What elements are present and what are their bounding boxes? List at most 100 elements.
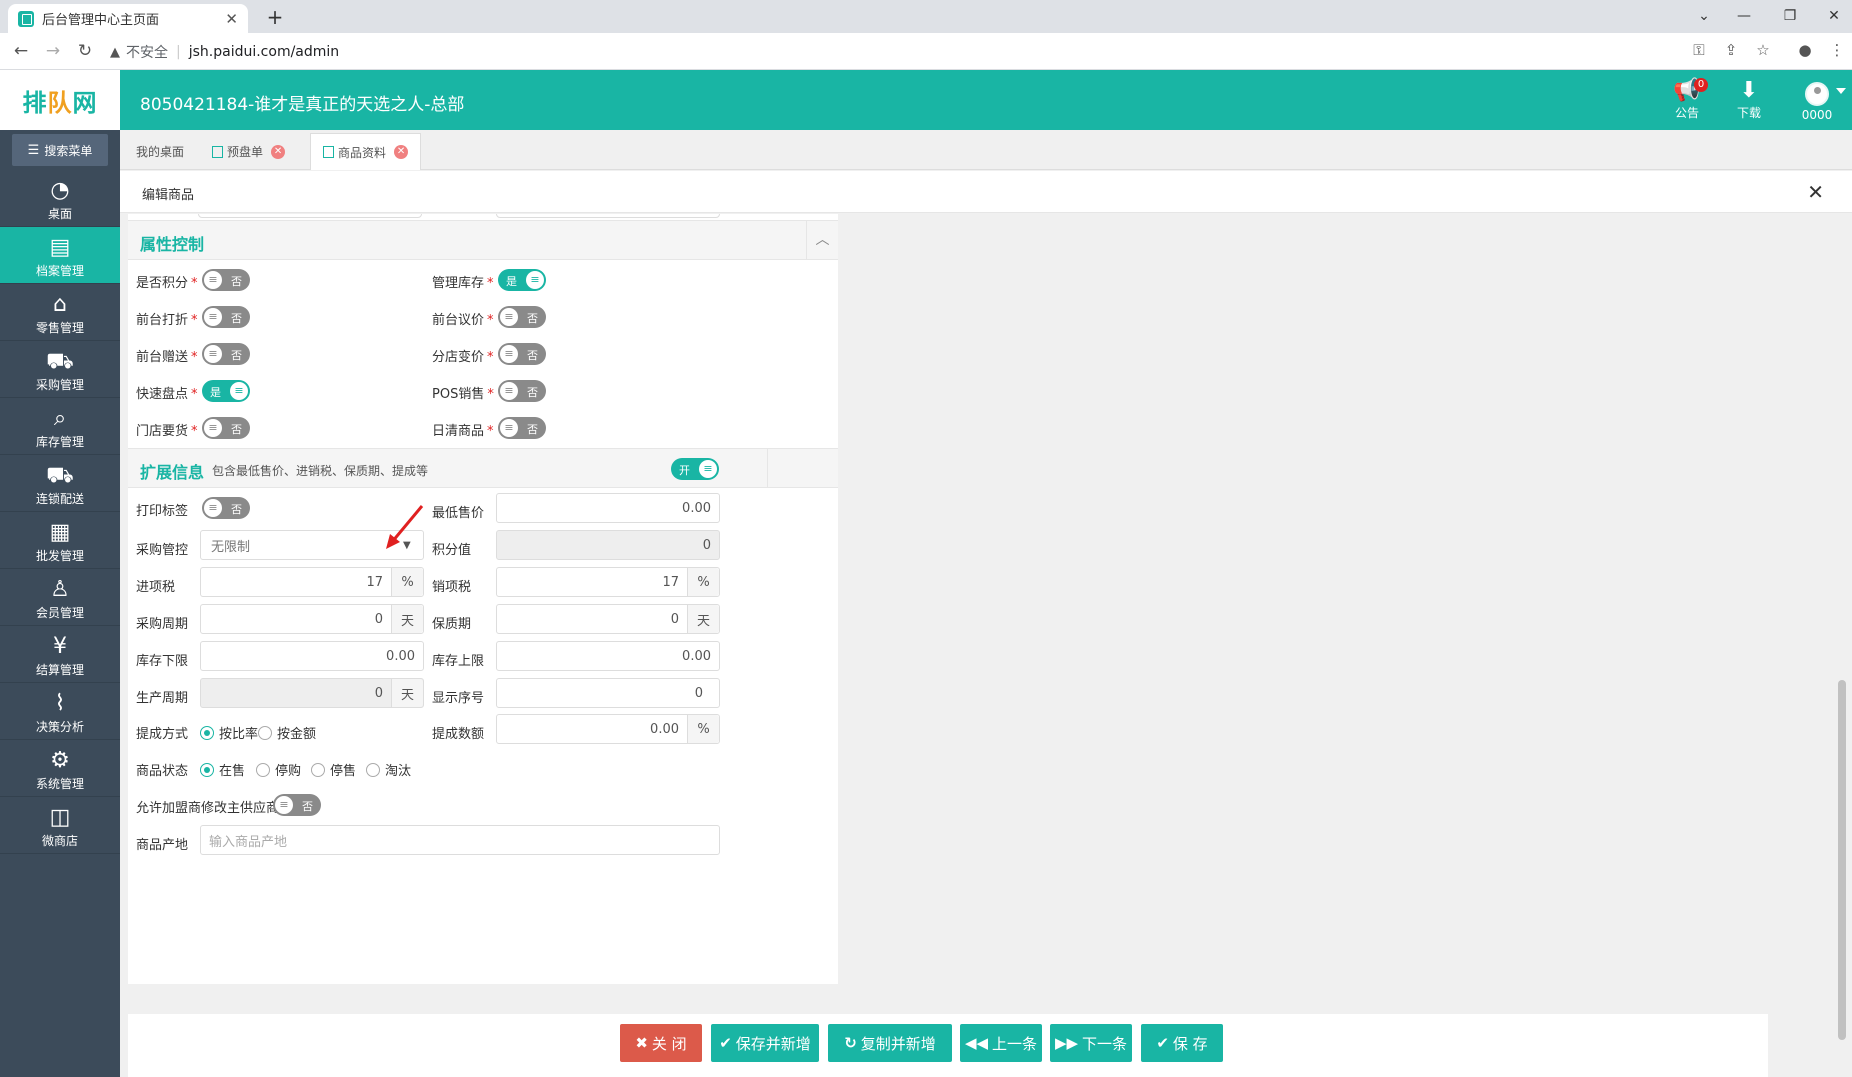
daily-clear-toggle[interactable]: 否 (498, 417, 546, 439)
sidebar-item-retail[interactable]: ⌂ 零售管理 (0, 284, 120, 341)
edit-header: 编辑商品 ✕ (120, 171, 1852, 213)
discount-toggle[interactable]: 否 (202, 306, 250, 328)
field-label: 前台议价 * (432, 309, 494, 328)
stock-max-input[interactable]: 0.00 (496, 641, 720, 671)
toggle-text: 否 (527, 349, 538, 362)
sidebar: ☰ 搜索菜单 ◔ 桌面 ▤ 档案管理 ⌂ 零售管理 ⛟ 采购管理 ⌕ 库存管理 ⛟ 连锁配送… (0, 130, 120, 1077)
url-field[interactable]: ▲ 不安全 | jsh.paidui.com/admin (110, 38, 1720, 66)
sidebar-item-analysis[interactable]: ⌇ 决策分析 (0, 683, 120, 740)
status-stop-sale-radio[interactable]: 停售 (311, 760, 356, 779)
notice-button[interactable]: 📢 0 公告 (1662, 78, 1712, 121)
refresh-icon: ↻ (844, 1034, 857, 1052)
stock-min-input[interactable]: 0.00 (200, 641, 424, 671)
close-button[interactable]: ✖ 关 闭 (620, 1024, 702, 1062)
label-text: POS销售 (432, 387, 485, 402)
favicon-icon (18, 10, 34, 27)
restore-button[interactable]: ❐ (1778, 4, 1802, 28)
sidebar-item-settlement[interactable]: ¥ 结算管理 (0, 626, 120, 683)
status-eliminated-radio[interactable]: 淘汰 (366, 760, 411, 779)
minimize-button[interactable]: — (1732, 4, 1756, 28)
sidebar-item-member[interactable]: ♙ 会员管理 (0, 569, 120, 626)
prev-button[interactable]: ◀◀ 上一条 (960, 1024, 1042, 1062)
status-stop-purchase-radio[interactable]: 停购 (256, 760, 301, 779)
tab-close-icon[interactable]: ✕ (225, 10, 238, 28)
tab-pre-count[interactable]: 预盘单 ✕ (200, 133, 297, 170)
tab-product-info[interactable]: 商品资料 ✕ (310, 133, 422, 170)
commission-ratio-radio[interactable]: 按比率 (200, 723, 258, 742)
ext-info-toggle[interactable]: 开 (671, 458, 719, 480)
store-order-toggle[interactable]: 否 (202, 417, 250, 439)
gear-icon: ⚙ (50, 748, 70, 773)
ext-section-header: 扩展信息 包含最低售价、进销税、保质期、提成等 开 (128, 448, 838, 488)
commission-value-input[interactable]: 0.00% (496, 714, 720, 744)
franchise-supplier-toggle[interactable]: 否 (273, 794, 321, 816)
manage-stock-toggle[interactable]: 是 (498, 269, 546, 291)
chevron-up-icon[interactable]: ︿ (806, 221, 838, 259)
edit-title: 编辑商品 (142, 188, 195, 203)
min-price-input[interactable]: 0.00 (496, 493, 720, 523)
share-icon[interactable]: ⇪ (1720, 41, 1742, 59)
output-tax-input[interactable]: 17% (496, 567, 720, 597)
next-button[interactable]: ▶▶ 下一条 (1050, 1024, 1132, 1062)
download-button[interactable]: ⬇ 下载 (1724, 78, 1774, 121)
pos-sale-toggle[interactable]: 否 (498, 380, 546, 402)
purchase-cycle-label: 采购周期 (136, 617, 189, 632)
save-button[interactable]: ✔ 保 存 (1141, 1024, 1223, 1062)
copy-new-button[interactable]: ↻ 复制并新增 (828, 1024, 952, 1062)
min-price-label: 最低售价 (432, 506, 485, 521)
search-menu-button[interactable]: ☰ 搜索菜单 (12, 134, 108, 166)
points-toggle[interactable]: 否 (202, 269, 250, 291)
sidebar-item-purchase[interactable]: ⛟ 采购管理 (0, 341, 120, 398)
commission-amount-radio[interactable]: 按金额 (258, 723, 316, 742)
browser-tab[interactable]: 后台管理中心主页面 ✕ (8, 4, 248, 33)
menu-dots-icon[interactable]: ⋮ (1826, 41, 1848, 59)
points-input[interactable]: 0 (496, 530, 720, 560)
logo-text-left: 排 (22, 88, 48, 117)
tab-my-desktop[interactable]: 我的桌面 (124, 133, 196, 170)
sidebar-item-wholesale[interactable]: ▦ 批发管理 (0, 512, 120, 569)
print-label-toggle[interactable]: 否 (202, 497, 250, 519)
prod-cycle-input[interactable]: 0天 (200, 678, 424, 708)
forward-icon[interactable]: → (42, 41, 64, 61)
sidebar-item-system[interactable]: ⚙ 系统管理 (0, 740, 120, 797)
bargain-toggle[interactable]: 否 (498, 306, 546, 328)
logo[interactable]: 排队网 (0, 70, 120, 130)
status-on-sale-radio[interactable]: 在售 (200, 760, 245, 779)
vertical-scrollbar[interactable] (1838, 680, 1846, 1040)
display-order-input[interactable]: 0 (496, 678, 720, 708)
select-value: 无限制 (211, 539, 251, 555)
profile-icon[interactable]: ● (1794, 41, 1816, 59)
radio-dot (366, 762, 380, 777)
tab-close-icon[interactable]: ✕ (271, 144, 286, 159)
new-tab-button[interactable]: + (262, 4, 288, 30)
browser-tab-strip: 后台管理中心主页面 ✕ + ⌄ — ❐ ✕ (0, 0, 1852, 33)
key-icon[interactable]: ⚿ (1688, 41, 1710, 59)
sidebar-item-inventory[interactable]: ⌕ 库存管理 (0, 398, 120, 455)
store-title: 8050421184-谁才是真正的天选之人-总部 (140, 95, 465, 115)
sidebar-item-delivery[interactable]: ⛟ 连锁配送 (0, 455, 120, 512)
tab-close-icon[interactable]: ✕ (394, 145, 409, 159)
origin-input[interactable]: 输入商品产地 (200, 825, 720, 855)
input-tax-input[interactable]: 17% (200, 567, 424, 597)
branch-price-toggle[interactable]: 否 (498, 343, 546, 365)
toggle-text: 否 (231, 423, 242, 436)
sidebar-item-desktop[interactable]: ◔ 桌面 (0, 170, 120, 227)
sidebar-item-microstore[interactable]: ◫ 微商店 (0, 797, 120, 854)
toggle-knob (204, 308, 222, 326)
save-new-button[interactable]: ✔ 保存并新增 (711, 1024, 819, 1062)
tab-search-icon[interactable]: ⌄ (1692, 4, 1716, 28)
window-close-button[interactable]: ✕ (1822, 4, 1846, 28)
purchase-cycle-input[interactable]: 0天 (200, 604, 424, 634)
user-menu[interactable]: 0000 (1792, 82, 1842, 122)
reload-icon[interactable]: ↻ (74, 41, 96, 61)
shelf-life-input[interactable]: 0天 (496, 604, 720, 634)
toggle-knob (500, 382, 518, 400)
quick-count-toggle[interactable]: 是 (202, 380, 250, 402)
star-icon[interactable]: ☆ (1752, 41, 1774, 59)
check-icon: ✔ (1156, 1034, 1169, 1052)
chevron-down-icon[interactable] (1836, 88, 1846, 94)
back-icon[interactable]: ← (10, 41, 32, 61)
edit-close-icon[interactable]: ✕ (1807, 180, 1824, 204)
gift-toggle[interactable]: 否 (202, 343, 250, 365)
sidebar-item-archives[interactable]: ▤ 档案管理 (0, 227, 120, 284)
